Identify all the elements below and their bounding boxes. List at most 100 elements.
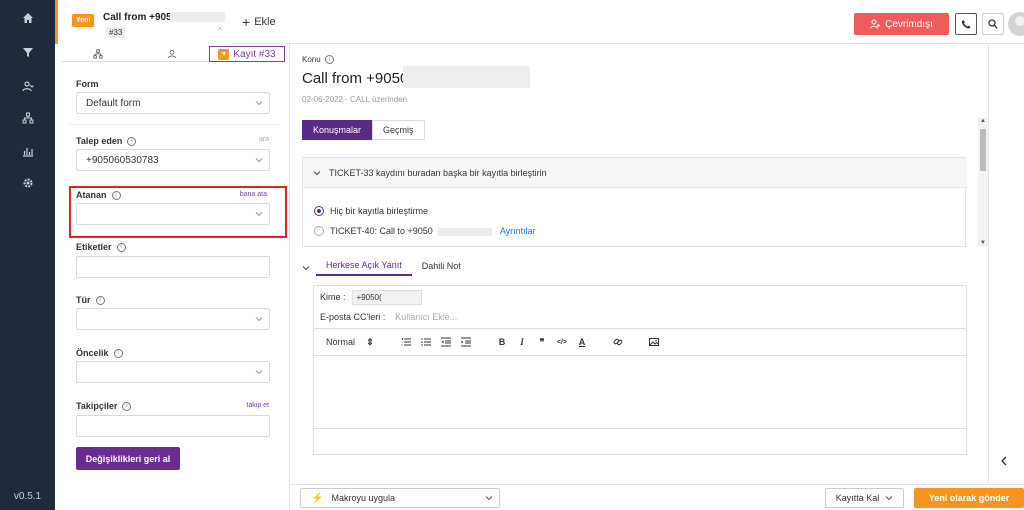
- phone-button[interactable]: [955, 13, 977, 35]
- merge-header-text: TICKET-33 kaydını buradan başka bir kayı…: [329, 167, 547, 178]
- ordered-list-icon[interactable]: [401, 337, 412, 347]
- code-icon[interactable]: </>: [557, 337, 567, 347]
- divider: [69, 124, 277, 125]
- chevron-left-icon[interactable]: [999, 456, 1009, 466]
- select-arrows-icon: ⇕: [366, 336, 374, 347]
- requester-select[interactable]: +905060530783: [76, 149, 270, 171]
- hierarchy-icon[interactable]: [0, 106, 55, 130]
- conversation-panel: Konu i Call from +9050( 02-06-2022 - CAL…: [290, 44, 990, 510]
- to-label: Kime :: [320, 292, 346, 302]
- tab-history[interactable]: Geçmiş: [372, 120, 425, 140]
- bar-chart-icon[interactable]: [0, 139, 55, 163]
- collapse-composer-button[interactable]: [302, 260, 316, 276]
- chevron-down-icon: [313, 170, 321, 175]
- redacted-block: [170, 12, 225, 22]
- apply-macro-button[interactable]: ⚡ Makroyu uygula: [300, 488, 500, 508]
- tab-hierarchy[interactable]: [61, 46, 135, 62]
- redacted-block: [403, 66, 530, 88]
- followers-input[interactable]: [76, 415, 270, 437]
- reply-tabs: Herkese Açık Yanıt Dahili Not: [302, 254, 977, 276]
- funnel-icon[interactable]: [0, 40, 55, 64]
- chevron-down-icon: [255, 212, 263, 217]
- chevron-down-icon: [255, 317, 263, 322]
- requester-label: Talep eden i: [76, 136, 137, 146]
- reply-body-editor[interactable]: [314, 357, 966, 428]
- reply-composer: Kime : +9050( E-posta CC'leri : Kullanıc…: [313, 285, 967, 455]
- form-select[interactable]: Default form: [76, 92, 270, 114]
- merge-none-radio[interactable]: [314, 206, 324, 216]
- follow-link[interactable]: takip et: [246, 402, 269, 409]
- merge-panel-header[interactable]: TICKET-33 kaydını buradan başka bir kayı…: [303, 158, 967, 188]
- tags-input[interactable]: [76, 256, 270, 278]
- form-select-value: Default form: [86, 97, 141, 109]
- tab-internal-note[interactable]: Dahili Not: [412, 256, 471, 276]
- info-icon: i: [324, 55, 334, 64]
- recipient-chip[interactable]: +9050(: [351, 289, 422, 305]
- lightning-icon: ⚡: [311, 492, 324, 504]
- offline-status-button[interactable]: Çevrimdışı: [854, 13, 949, 35]
- add-tab-label: Ekle: [254, 16, 276, 28]
- bold-icon[interactable]: B: [497, 337, 507, 347]
- home-icon[interactable]: [0, 6, 55, 30]
- chevron-down-icon: [255, 370, 263, 375]
- add-tab-button[interactable]: + Ekle: [242, 14, 276, 30]
- type-select[interactable]: [76, 308, 270, 330]
- assignee-select[interactable]: [76, 203, 270, 225]
- type-label: Tür i: [76, 295, 105, 305]
- link-icon[interactable]: [613, 337, 623, 347]
- scroll-down-icon[interactable]: ▼: [980, 240, 986, 246]
- stay-on-record-label: Kayıtta Kal: [835, 493, 880, 503]
- merge-ticket-radio[interactable]: [314, 226, 324, 236]
- to-row: Kime : +9050(: [314, 286, 966, 308]
- image-icon[interactable]: [649, 337, 660, 347]
- italic-icon[interactable]: I: [517, 337, 527, 347]
- scrollbar-thumb[interactable]: [980, 129, 986, 171]
- conversation-scrollbar[interactable]: ▲ ▼: [978, 117, 988, 247]
- editor-toolbar: Normal ⇕ B I ❞ </> A: [314, 328, 966, 356]
- text-color-icon[interactable]: A: [577, 337, 587, 347]
- offline-status-label: Çevrimdışı: [885, 18, 933, 30]
- assignee-label: Atanan i: [76, 190, 121, 200]
- tags-label: Etiketler i: [76, 242, 126, 252]
- merge-ticket-text: TICKET-40: Call to +9050: [330, 226, 433, 236]
- merge-panel: TICKET-33 kaydını buradan başka bir kayı…: [302, 157, 967, 247]
- form-label-text: Form: [76, 79, 99, 89]
- tab-record-label: Kayıt #33: [233, 48, 276, 60]
- ticket-meta: 02-06-2022 - CALL üzerinden: [302, 95, 408, 104]
- subject-label: Konu i: [302, 55, 334, 64]
- indent-icon[interactable]: [461, 337, 472, 347]
- send-as-new-button[interactable]: Yeni olarak gönder: [914, 488, 1024, 508]
- scroll-up-icon[interactable]: ▲: [980, 118, 986, 124]
- priority-select[interactable]: [76, 361, 270, 383]
- search-button[interactable]: [982, 13, 1004, 35]
- cc-input[interactable]: Kullanıcı Ekle...: [395, 312, 457, 322]
- tab-user[interactable]: [135, 46, 209, 62]
- assign-to-me-link[interactable]: bana ata: [240, 191, 267, 198]
- users-icon[interactable]: [0, 74, 55, 98]
- bullet-list-icon[interactable]: [421, 337, 432, 347]
- merge-ticket-label: TICKET-40: Call to +9050 Ayrıntılar: [330, 226, 536, 236]
- tab-conversations[interactable]: Konuşmalar: [302, 120, 373, 140]
- quote-icon[interactable]: ❞: [537, 337, 547, 347]
- tab-record[interactable]: ▼ Kayıt #33: [209, 46, 285, 62]
- search-requester-link[interactable]: ara: [259, 136, 269, 143]
- stay-on-record-button[interactable]: Kayıtta Kal: [825, 488, 904, 508]
- info-icon: i: [122, 401, 132, 411]
- details-link[interactable]: Ayrıntılar: [500, 226, 536, 236]
- user-status-icon: [870, 19, 880, 29]
- ticket-subject[interactable]: Call from +9050(: [302, 70, 413, 87]
- followers-label-text: Takipçiler: [76, 401, 118, 411]
- plus-icon: +: [242, 14, 251, 30]
- ticket-tab[interactable]: Yeni Call from +9050 #33 ^: [55, 0, 231, 44]
- tab-public-reply[interactable]: Herkese Açık Yanıt: [316, 256, 412, 276]
- user-avatar[interactable]: [1008, 12, 1024, 36]
- revert-changes-button[interactable]: Değişiklikleri geri al: [76, 447, 180, 470]
- format-select[interactable]: Normal: [326, 337, 355, 347]
- subject-label-text: Konu: [302, 55, 321, 64]
- gear-icon[interactable]: [0, 171, 55, 195]
- new-badge: Yeni: [72, 14, 95, 27]
- apply-macro-label: Makroyu uygula: [331, 493, 395, 503]
- outdent-icon[interactable]: [441, 337, 452, 347]
- left-nav: v0.5.1: [0, 0, 55, 510]
- chevron-down-icon: [255, 101, 263, 106]
